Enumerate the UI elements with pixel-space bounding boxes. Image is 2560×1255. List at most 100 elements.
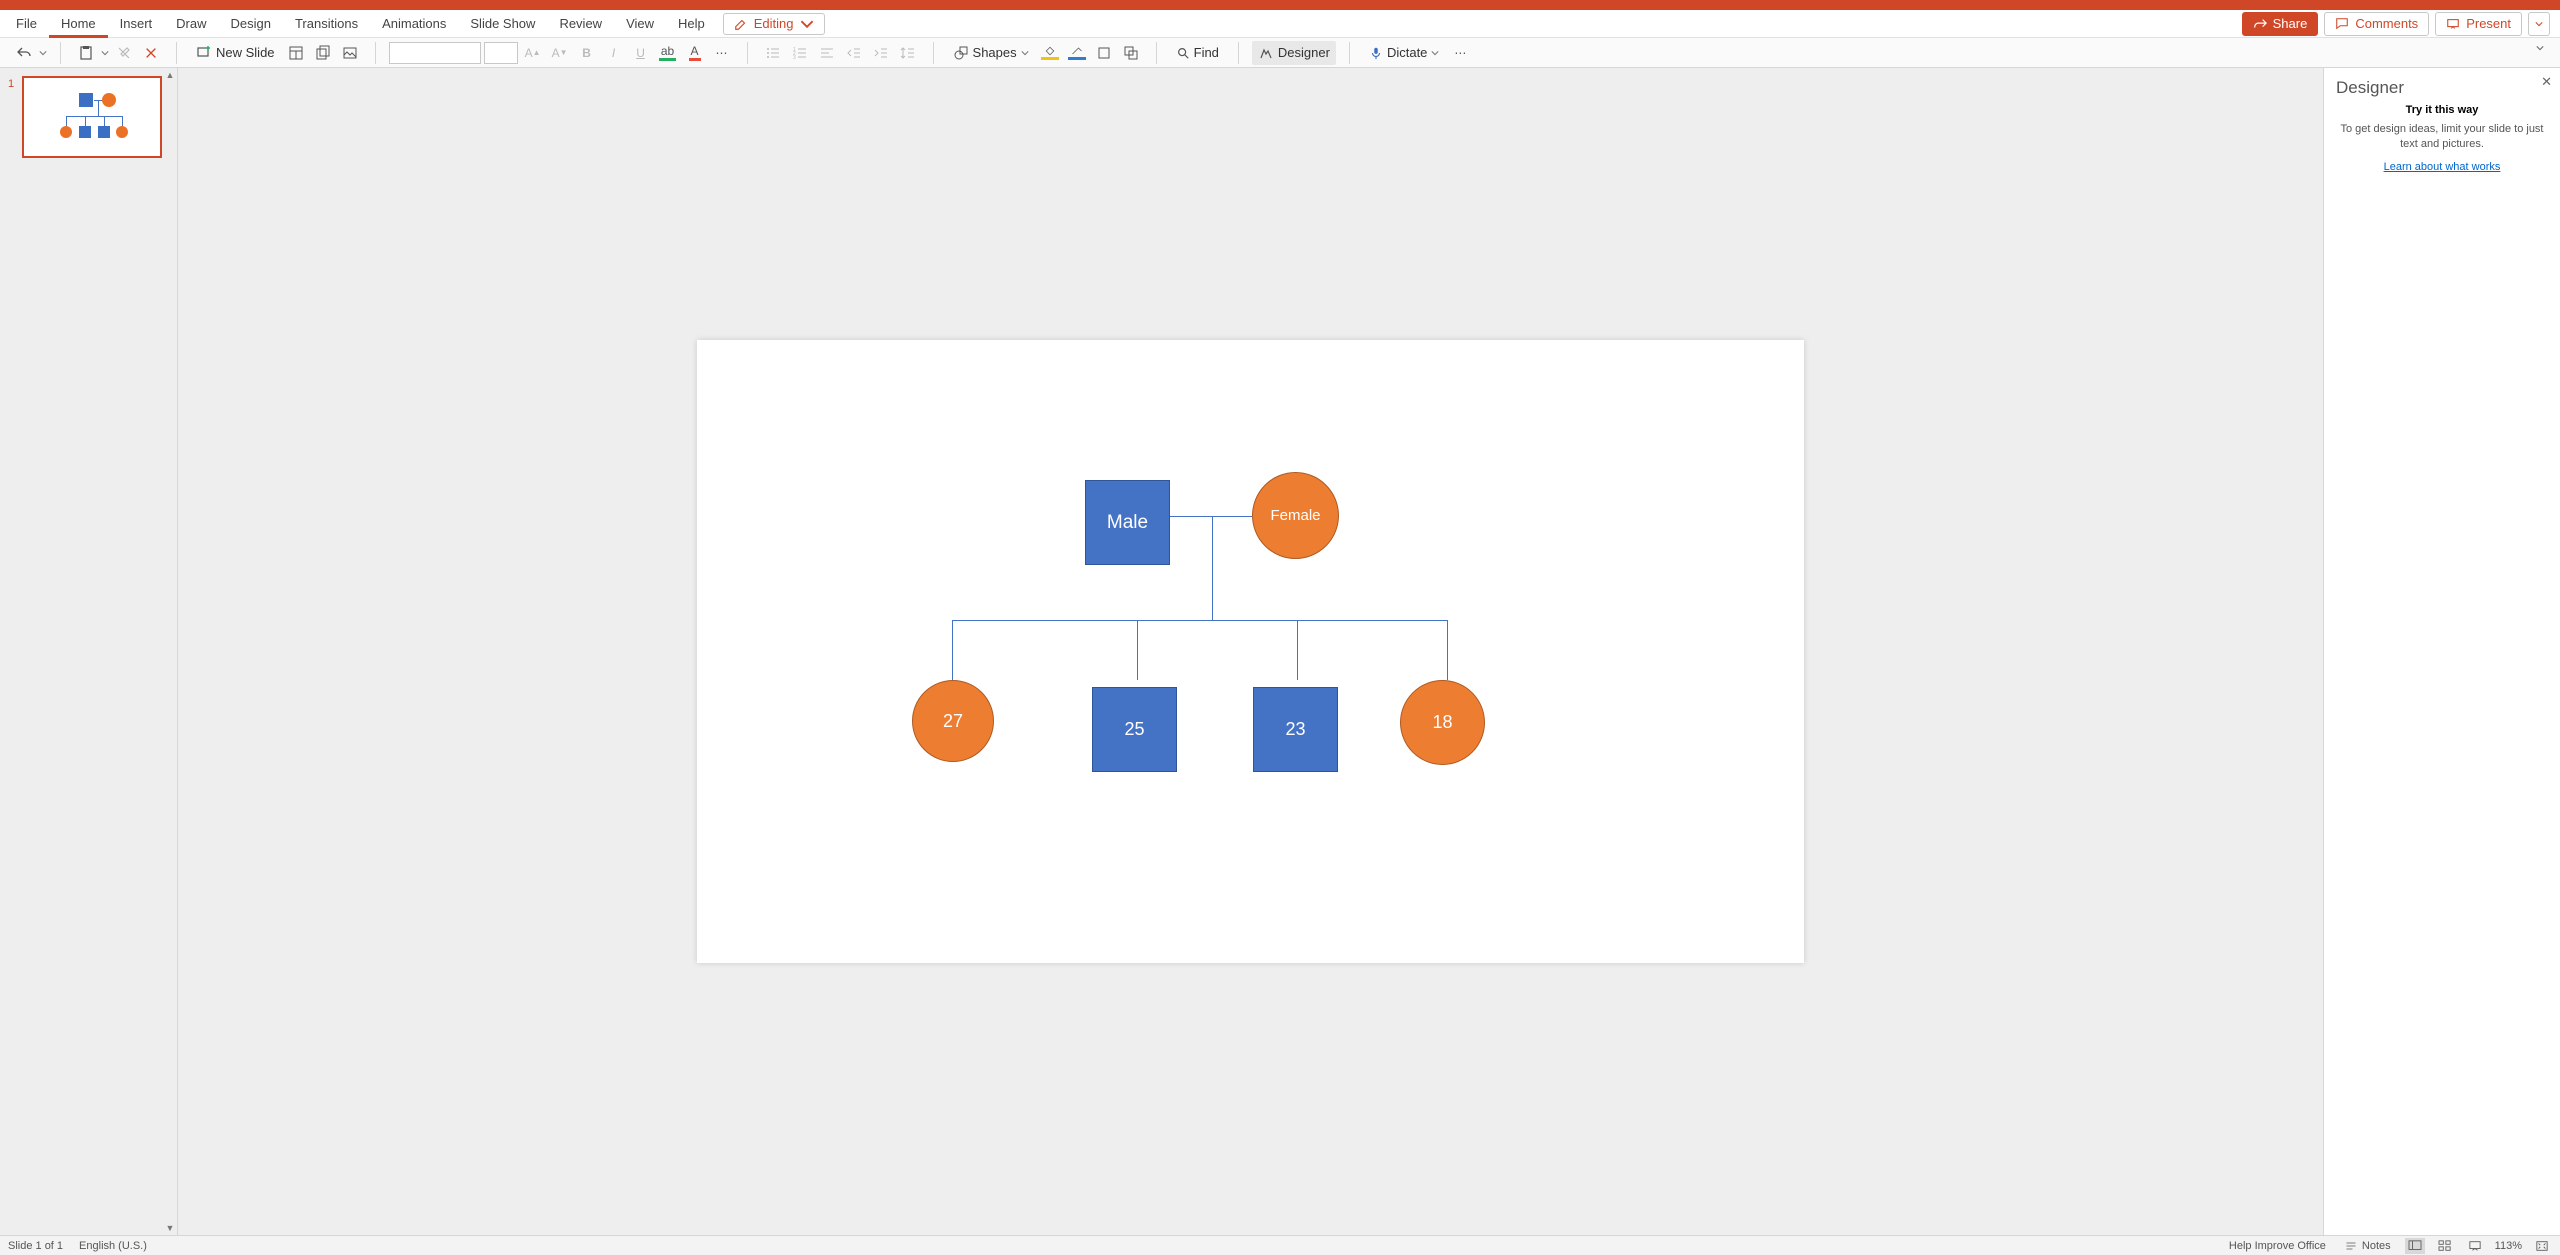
thumbnail-number: 1 [8,78,14,90]
tab-review[interactable]: Review [547,10,614,38]
chevron-down-icon [1431,49,1439,57]
font-name-select[interactable] [389,42,481,64]
outdent-icon [846,45,862,61]
slideshow-icon [2468,1240,2482,1252]
designer-close-button[interactable]: ✕ [2541,74,2552,90]
status-language[interactable]: English (U.S.) [79,1240,147,1252]
status-slide-count[interactable]: Slide 1 of 1 [8,1240,63,1252]
sorter-view-button[interactable] [2435,1238,2455,1254]
highlight-color-button[interactable]: ab [656,41,680,65]
right-header-buttons: Share Comments Present [2242,12,2556,36]
editing-mode-label: Editing [754,16,794,31]
editing-mode-button[interactable]: Editing [723,13,825,35]
duplicate-slide-button[interactable] [311,41,335,65]
new-slide-icon [196,45,212,61]
designer-icon [1258,45,1274,61]
shape-child-18[interactable]: 18 [1400,680,1485,765]
clipboard-icon [78,45,94,61]
shape-child-23[interactable]: 23 [1253,687,1338,772]
layout-button[interactable] [284,41,308,65]
mic-icon [1369,46,1383,60]
tab-help[interactable]: Help [666,10,717,38]
shapes-button[interactable]: Shapes [947,41,1035,65]
section-button[interactable] [338,41,362,65]
designer-learn-link[interactable]: Learn about what works [2336,161,2548,173]
picture-icon [342,45,358,61]
search-icon [1176,46,1190,60]
slide-1[interactable]: Male Female 27 25 23 18 [697,340,1804,963]
tab-transitions[interactable]: Transitions [283,10,370,38]
arrange-button[interactable] [1119,41,1143,65]
underline-button: U [629,41,653,65]
status-bar: Slide 1 of 1 English (U.S.) Help Improve… [0,1235,2560,1255]
slideshow-view-button[interactable] [2465,1238,2485,1254]
chevron-down-icon [2535,20,2543,28]
indent-icon [873,45,889,61]
undo-button[interactable] [12,41,36,65]
bold-button: B [575,41,599,65]
comments-button[interactable]: Comments [2324,12,2429,36]
collapse-ribbon-button[interactable] [2536,44,2554,62]
chevron-down-icon [1021,49,1029,57]
slide-canvas-area[interactable]: Male Female 27 25 23 18 [178,68,2323,1235]
chevron-down-icon[interactable] [39,49,47,57]
shape-fill-button[interactable] [1038,41,1062,65]
tab-insert[interactable]: Insert [108,10,165,38]
align-button [815,41,839,65]
more-font-options[interactable]: ⋯ [710,41,734,65]
shape-child-27-label: 27 [943,711,963,732]
bullets-button [761,41,785,65]
sorter-icon [2438,1240,2452,1252]
tab-file[interactable]: File [4,10,49,38]
shape-child-27[interactable]: 27 [912,680,994,762]
thumb-scroll-down[interactable]: ▼ [163,1221,177,1235]
tab-slideshow[interactable]: Slide Show [458,10,547,38]
more-commands-button[interactable]: ⋯ [1448,41,1472,65]
share-button[interactable]: Share [2242,12,2319,36]
dictate-label: Dictate [1387,45,1427,60]
shape-effects-button[interactable] [1092,41,1116,65]
fill-icon [1041,45,1059,60]
fit-icon [2535,1240,2549,1252]
tab-view[interactable]: View [614,10,666,38]
tab-animations[interactable]: Animations [370,10,458,38]
paste-button[interactable] [74,41,98,65]
ribbon-toolbar: New Slide A▲ A▼ B I U ab A ⋯ 123 Shapes [0,38,2560,68]
present-button[interactable]: Present [2435,12,2522,36]
title-bar [0,0,2560,10]
help-improve-office[interactable]: Help Improve Office [2225,1240,2330,1252]
fit-to-window-button[interactable] [2532,1238,2552,1254]
shape-child-25[interactable]: 25 [1092,687,1177,772]
main-area: ▲ 1 ▼ Male Female [0,68,2560,1235]
thumb-scroll-up[interactable]: ▲ [163,68,177,82]
tab-design[interactable]: Design [219,10,283,38]
present-dropdown[interactable] [2528,12,2550,36]
shape-female[interactable]: Female [1252,472,1339,559]
shape-male[interactable]: Male [1085,480,1170,565]
dictate-button[interactable]: Dictate [1363,41,1445,65]
find-button[interactable]: Find [1170,41,1225,65]
chevron-down-icon[interactable] [101,49,109,57]
paintbrush-icon [116,45,132,61]
format-painter-button [112,41,136,65]
designer-button[interactable]: Designer [1252,41,1336,65]
layout-icon [288,45,304,61]
new-slide-button[interactable]: New Slide [190,41,281,65]
delete-button[interactable] [139,41,163,65]
tab-draw[interactable]: Draw [164,10,218,38]
normal-view-button[interactable] [2405,1238,2425,1254]
present-icon [2446,17,2460,31]
tab-home[interactable]: Home [49,10,108,38]
font-color-icon: A [689,44,701,61]
decrease-font-button: A▼ [548,41,572,65]
font-color-button[interactable]: A [683,41,707,65]
slide-thumbnail-1[interactable] [22,76,162,158]
shape-child-23-label: 23 [1285,719,1305,740]
shapes-icon [953,45,969,61]
line-spacing-button [896,41,920,65]
shape-outline-button[interactable] [1065,41,1089,65]
notes-toggle[interactable]: Notes [2340,1240,2395,1252]
find-label: Find [1194,45,1219,60]
zoom-level[interactable]: 113% [2495,1240,2522,1252]
font-size-select[interactable] [484,42,518,64]
